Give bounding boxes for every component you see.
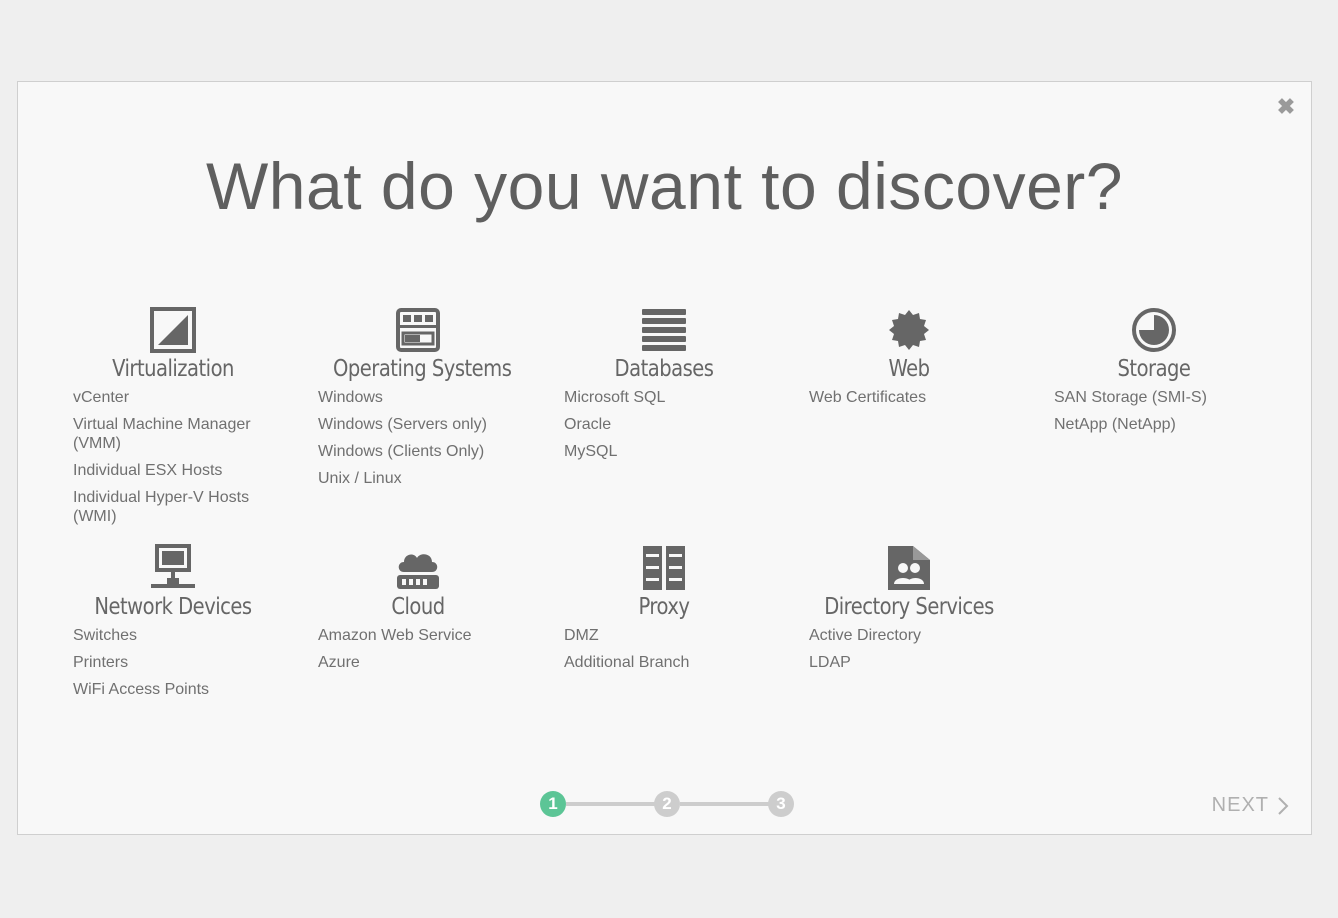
page-title: What do you want to discover? xyxy=(206,149,1123,223)
category-proxy: Proxy DMZ Additional Branch xyxy=(564,544,764,680)
category-web: Web Web Certificates xyxy=(809,306,1009,415)
category-label[interactable]: Network Devices xyxy=(88,594,258,620)
discovery-dialog: ✖ What do you want to discover? Virtuali… xyxy=(17,81,1312,835)
next-label: NEXT xyxy=(1211,794,1269,816)
category-label[interactable]: Databases xyxy=(579,356,749,382)
database-icon xyxy=(642,309,686,351)
list-item[interactable]: WiFi Access Points xyxy=(73,680,273,699)
category-label[interactable]: Storage xyxy=(1069,356,1239,382)
list-item[interactable]: Virtual Machine Manager (VMM) xyxy=(73,415,273,453)
network-device-icon xyxy=(151,544,195,588)
category-label[interactable]: Operating Systems xyxy=(333,356,512,382)
category-databases: Databases Microsoft SQL Oracle MySQL xyxy=(564,306,764,469)
list-item[interactable]: Printers xyxy=(73,653,273,672)
list-item[interactable]: Amazon Web Service xyxy=(318,626,518,645)
step-1[interactable]: 1 xyxy=(540,791,566,817)
list-item[interactable]: SAN Storage (SMI-S) xyxy=(1054,388,1254,407)
category-label[interactable]: Cloud xyxy=(333,594,503,620)
list-item[interactable]: Microsoft SQL xyxy=(564,388,764,407)
list-item[interactable]: Windows (Clients Only) xyxy=(318,442,518,461)
operating-systems-icon xyxy=(396,308,440,352)
list-item[interactable]: vCenter xyxy=(73,388,273,407)
list-item[interactable]: Active Directory xyxy=(809,626,1009,645)
list-item[interactable]: DMZ xyxy=(564,626,764,645)
certificate-badge-icon xyxy=(889,310,929,350)
list-item[interactable]: Web Certificates xyxy=(809,388,1009,407)
virtualization-icon xyxy=(150,307,196,353)
list-item[interactable]: Individual Hyper-V Hosts (WMI) xyxy=(73,488,273,526)
cloud-server-icon xyxy=(397,554,439,589)
category-label[interactable]: Proxy xyxy=(579,594,749,620)
list-item[interactable]: MySQL xyxy=(564,442,764,461)
category-virtualization: Virtualization vCenter Virtual Machine M… xyxy=(73,306,273,534)
list-item[interactable]: NetApp (NetApp) xyxy=(1054,415,1254,434)
step-2[interactable]: 2 xyxy=(654,791,680,817)
category-directory-services: Directory Services Active Directory LDAP xyxy=(809,544,1009,680)
list-item[interactable]: Unix / Linux xyxy=(318,469,518,488)
chevron-right-icon xyxy=(1278,796,1289,815)
category-cloud: Cloud Amazon Web Service Azure xyxy=(318,544,518,680)
directory-folder-icon xyxy=(888,546,930,590)
category-label[interactable]: Web xyxy=(824,356,994,382)
step-connector xyxy=(566,802,656,806)
proxy-server-icon xyxy=(643,546,685,590)
category-operating-systems: Operating Systems Windows Windows (Serve… xyxy=(318,306,518,496)
step-connector xyxy=(680,802,770,806)
step-indicator: 1 2 3 xyxy=(538,789,798,819)
list-item[interactable]: Oracle xyxy=(564,415,764,434)
list-item[interactable]: LDAP xyxy=(809,653,1009,672)
list-item[interactable]: Windows xyxy=(318,388,518,407)
storage-disk-icon xyxy=(1132,308,1176,352)
list-item[interactable]: Additional Branch xyxy=(564,653,764,672)
step-3[interactable]: 3 xyxy=(768,791,794,817)
category-label[interactable]: Virtualization xyxy=(88,356,258,382)
list-item[interactable]: Azure xyxy=(318,653,518,672)
list-item[interactable]: Windows (Servers only) xyxy=(318,415,518,434)
close-icon[interactable]: ✖ xyxy=(1275,96,1297,118)
list-item[interactable]: Switches xyxy=(73,626,273,645)
category-storage: Storage SAN Storage (SMI-S) NetApp (NetA… xyxy=(1054,306,1254,442)
list-item[interactable]: Individual ESX Hosts xyxy=(73,461,273,480)
next-button[interactable]: NEXT xyxy=(1212,794,1289,817)
category-network-devices: Network Devices Switches Printers WiFi A… xyxy=(73,544,273,707)
category-label[interactable]: Directory Services xyxy=(824,594,994,620)
